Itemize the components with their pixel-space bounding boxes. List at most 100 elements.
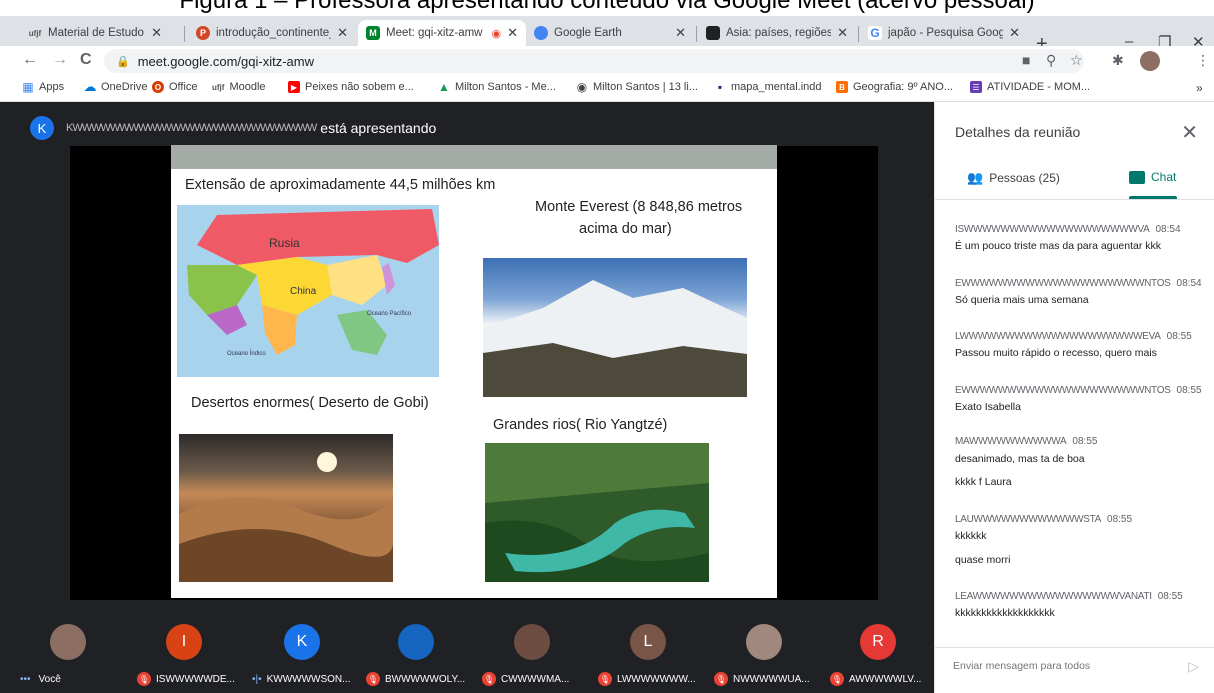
bookmark-atividade[interactable]: ☰ ATIVIDADE - MOM...: [970, 81, 1090, 93]
message-time: 08:55: [1176, 385, 1202, 396]
bookmark-milton-santos-13[interactable]: ◉ Milton Santos | 13 li...: [576, 80, 698, 94]
bookmark-mapa-mental[interactable]: ▪ mapa_mental.indd: [714, 80, 822, 94]
bookmark-label: ATIVIDADE - MOM...: [987, 81, 1091, 93]
sender-name: ISWWWWWWWWWWWWWWWWWWWVA: [955, 224, 1150, 235]
tab-material-de-estudo[interactable]: ufjf Material de Estudo - Ge ✕: [20, 20, 170, 46]
recording-icon: ◉: [491, 27, 502, 40]
lock-icon: 🔒: [116, 55, 130, 68]
participant-strip: ••• Você I 🎙 ISWWWWWDE... K •|• KWWWWWSON..…: [0, 600, 934, 693]
profile-avatar[interactable]: [1140, 51, 1160, 71]
tab-strip: ufjf Material de Estudo - Ge ✕ P introdu…: [0, 16, 1214, 54]
sender-name: LWWWWWWWWWWWWWWWWWWWWEVA: [955, 331, 1161, 342]
menu-icon[interactable]: ⋮: [1196, 52, 1210, 69]
bookmark-peixes[interactable]: ▶ Peixes não sobem e...: [288, 81, 414, 93]
sender-name: EWWWWWWWWWWWWWWWWWWWWNTOS: [955, 278, 1171, 289]
tab-japao-pesquisa[interactable]: G japão - Pesquisa Googl ✕: [860, 20, 1028, 46]
tab-meet[interactable]: M Meet: gqi-xitz-amw ◉ ✕: [358, 20, 526, 46]
bookmark-geografia[interactable]: B Geografia: 9º ANO...: [836, 81, 953, 93]
earth-icon: [534, 26, 548, 40]
camera-icon[interactable]: ■: [1022, 52, 1030, 68]
slide-header-bar: [171, 145, 777, 169]
more-bookmarks-icon[interactable]: »: [1196, 81, 1203, 95]
tab-chat[interactable]: Chat: [1129, 170, 1176, 184]
presenter-name: KWWWWWWWWWWWWWWWWWWWWWWWWWW: [66, 122, 317, 134]
chat-compose-area: ▷: [935, 647, 1214, 693]
tab-label: Chat: [1151, 170, 1177, 184]
tab-google-earth[interactable]: Google Earth ✕: [526, 20, 694, 46]
avatar: [50, 624, 86, 660]
close-icon[interactable]: ✕: [337, 25, 348, 41]
message-time: 08:55: [1157, 591, 1183, 602]
web-icon: ◉: [576, 80, 588, 94]
chat-message-header: LAUWWWWWWWWWWWWSTA 08:55: [955, 514, 1132, 525]
people-icon: 👥: [967, 170, 984, 185]
drive-icon: ▲: [438, 80, 450, 94]
bookmark-label: Geografia: 9º ANO...: [853, 81, 954, 93]
avatar: I: [166, 624, 202, 660]
more-options-icon[interactable]: •••: [20, 674, 31, 685]
powerpoint-icon: P: [196, 26, 210, 40]
reload-button[interactable]: C: [80, 51, 92, 69]
address-bar[interactable]: 🔒 meet.google.com/gqi-xitz-amw: [104, 49, 1084, 73]
star-icon[interactable]: ☆: [1070, 52, 1083, 69]
avatar: [398, 624, 434, 660]
map-china-label: China: [290, 286, 317, 297]
map-russia-label: Rusia: [269, 236, 300, 250]
close-icon[interactable]: ✕: [1009, 25, 1020, 41]
office-icon: O: [152, 81, 164, 93]
zoom-icon[interactable]: ⚲: [1046, 52, 1056, 69]
participant-name-text: BWWWWWOLY...: [385, 673, 466, 685]
tab-people[interactable]: 👥 Pessoas (25): [967, 170, 1060, 186]
tab-introducao-continente[interactable]: P introdução_continente_ ✕: [188, 20, 356, 46]
ufjf-icon: ufjf: [28, 28, 42, 38]
chat-message-input[interactable]: [953, 660, 1163, 672]
send-icon[interactable]: ▷: [1188, 658, 1199, 675]
presenting-label: está apresentando: [320, 120, 437, 136]
chat-message-text: Só queria mais uma semana: [955, 294, 1089, 306]
close-icon[interactable]: ✕: [675, 25, 686, 41]
chat-message-text: quase morri: [955, 554, 1011, 566]
bookmark-office[interactable]: O Office: [152, 81, 198, 93]
back-button[interactable]: ←: [22, 51, 38, 69]
chat-message-header: EWWWWWWWWWWWWWWWWWWWWNTOS 08:54: [955, 278, 1202, 289]
participant-name: 🎙 NWWWWWUA...: [714, 670, 810, 688]
bookmark-milton-santos-me[interactable]: ▲ Milton Santos - Me...: [438, 80, 556, 94]
page-caption: Figura 1 – Professora apresentando conte…: [0, 0, 1214, 16]
bookmark-moodle[interactable]: ufjf Moodle: [212, 81, 266, 93]
participant-name-text: Você: [38, 673, 61, 685]
participant-name-text: CWWWWMA...: [501, 673, 570, 685]
chat-message-text: kkkkkkkkkkkkkkkkkkk: [955, 607, 1055, 619]
bookmark-onedrive[interactable]: ☁ OneDrive: [84, 79, 148, 94]
forms-icon: ☰: [970, 81, 982, 93]
speaking-icon: •|•: [252, 673, 262, 685]
message-time: 08:55: [1166, 331, 1192, 342]
close-icon[interactable]: ✕: [507, 25, 518, 41]
participant-name: 🎙 CWWWWMA...: [482, 670, 569, 688]
mic-off-icon: 🎙: [366, 672, 380, 686]
close-icon[interactable]: ✕: [151, 25, 162, 41]
sender-name: MAWWWWWWWWWWA: [955, 436, 1067, 447]
chat-message-text: desanimado, mas ta de boa: [955, 453, 1085, 465]
document-icon: [706, 26, 720, 40]
forward-button[interactable]: →: [52, 51, 68, 69]
mic-off-icon: 🎙: [137, 672, 151, 686]
bookmark-apps[interactable]: ▦ Apps: [22, 80, 65, 94]
bookmark-label: Apps: [39, 81, 65, 93]
close-icon[interactable]: ✕: [837, 25, 848, 41]
caption-text: Figura 1 – Professora apresentando conte…: [179, 0, 1035, 14]
participant-name: •|• KWWWWWSON...: [252, 670, 350, 688]
tab-label: Meet: gqi-xitz-amw: [386, 27, 483, 39]
blogger-icon: B: [836, 81, 848, 93]
chat-message-header: MAWWWWWWWWWWA 08:55: [955, 436, 1097, 447]
presentation-slide: Extensão de aproximadamente 44,5 milhões…: [171, 145, 777, 598]
bookmark-label: Milton Santos | 13 li...: [593, 81, 698, 93]
extensions-icon[interactable]: ✱: [1112, 52, 1124, 69]
message-time: 08:54: [1176, 278, 1202, 289]
presenter-avatar: K: [30, 116, 54, 140]
close-panel-button[interactable]: ✕: [1181, 120, 1198, 145]
chat-message-header: EWWWWWWWWWWWWWWWWWWWWNTOS 08:55: [955, 385, 1202, 396]
mic-off-icon: 🎙: [714, 672, 728, 686]
bookmark-label: OneDrive: [101, 81, 148, 93]
chat-message-header: LWWWWWWWWWWWWWWWWWWWWEVA 08:55: [955, 331, 1192, 342]
tab-asia-paises[interactable]: Ásia: países, regiões e t ✕: [698, 20, 856, 46]
